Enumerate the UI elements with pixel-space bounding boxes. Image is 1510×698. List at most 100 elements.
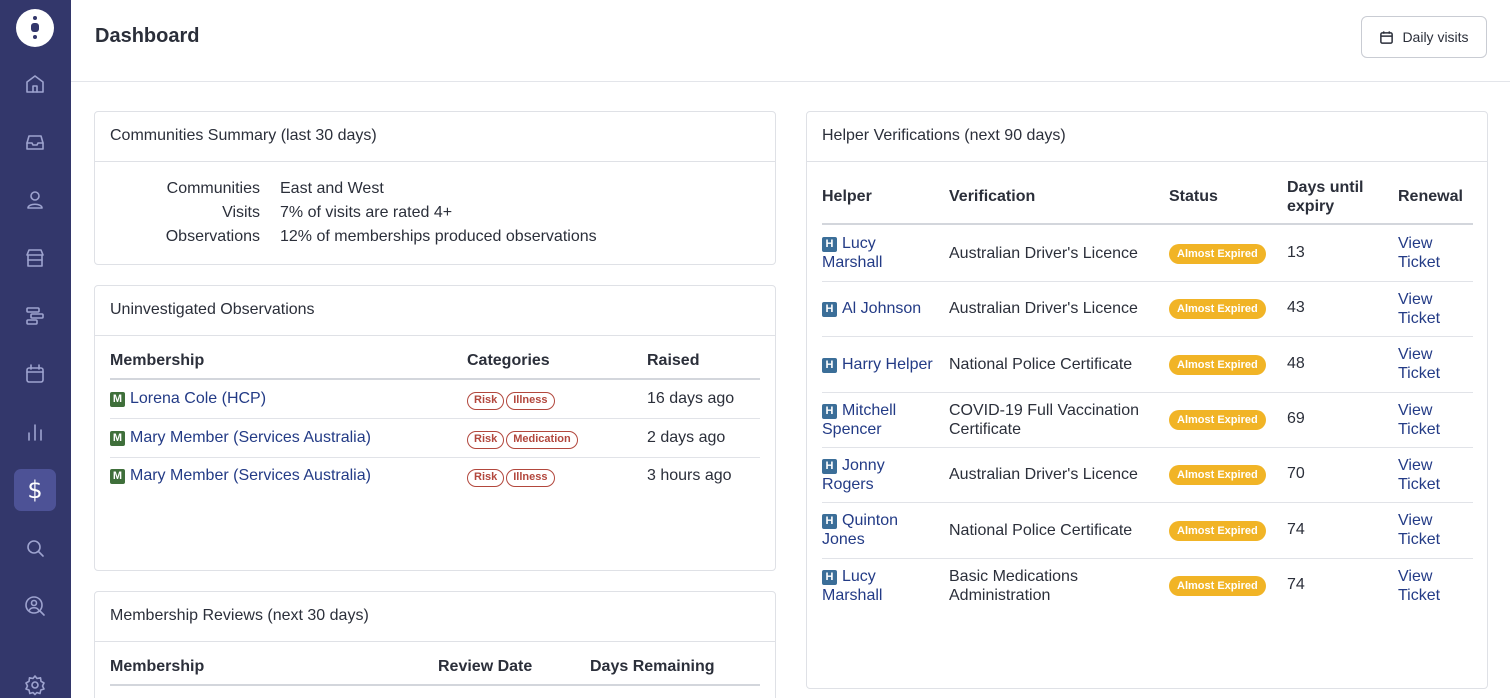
view-ticket-link[interactable]: View Ticket [1398, 290, 1448, 328]
app-logo[interactable] [16, 9, 54, 47]
inbox-icon[interactable] [14, 121, 56, 163]
helper-verifications-card: Helper Verifications (next 90 days) Help… [806, 111, 1488, 689]
verification-cell: COVID-19 Full Vaccination Certificate [949, 402, 1139, 438]
calendar-icon[interactable] [14, 353, 56, 395]
column-header-helper: Helper [822, 188, 872, 205]
column-header-review-date: Review Date [438, 658, 533, 675]
status-badge: Almost Expired [1169, 355, 1266, 375]
timeline-icon[interactable] [14, 295, 56, 337]
membership-reviews-card: Membership Reviews (next 30 days) Member… [94, 591, 776, 698]
bar-chart-icon[interactable] [14, 411, 56, 453]
days-cell: 43 [1287, 299, 1305, 316]
store-icon[interactable] [14, 237, 56, 279]
helper-badge: H [822, 570, 837, 585]
table-row: M Mary Member (Services Australia) [110, 467, 371, 485]
column-header-days-remaining: Days Remaining [590, 658, 715, 675]
table-row: M Lorena Cole (HCP) [110, 390, 266, 408]
summary-label: Communities [166, 180, 260, 197]
days-cell: 48 [1287, 355, 1305, 372]
categories-cell: Risk Illness [467, 390, 557, 410]
helper-badge: H [822, 404, 837, 419]
helper-cell: H Jonny Rogers [822, 456, 937, 494]
daily-visits-label: Daily visits [1402, 29, 1469, 45]
helper-cell: H Al Johnson [822, 299, 937, 318]
sidebar: $ [0, 0, 71, 698]
category-tag: Illness [506, 392, 555, 410]
column-header-membership: Membership [110, 352, 205, 369]
calendar-icon [1380, 30, 1394, 44]
categories-cell: Risk Illness [467, 467, 557, 487]
helper-cell: H Harry Helper [822, 355, 937, 374]
column-header-status: Status [1169, 188, 1218, 205]
dollar-glyph: $ [27, 476, 43, 504]
status-badge: Almost Expired [1169, 299, 1266, 319]
search-icon[interactable] [14, 527, 56, 569]
verification-cell: National Police Certificate [949, 356, 1133, 373]
settings-icon[interactable] [14, 664, 56, 698]
page-title: Dashboard [95, 25, 200, 47]
user-search-icon[interactable] [14, 585, 56, 627]
helper-cell: H Mitchell Spencer [822, 401, 937, 439]
raised-cell: 3 hours ago [647, 467, 732, 484]
membership-link[interactable]: Mary Member (Services Australia) [130, 429, 371, 446]
helper-badge: H [822, 514, 837, 529]
membership-link[interactable]: Mary Member (Services Australia) [130, 467, 371, 484]
membership-link[interactable]: Lorena Cole (HCP) [130, 390, 266, 407]
helper-link[interactable]: Al Johnson [842, 300, 921, 317]
column-header-verification: Verification [949, 188, 1036, 205]
table-row: M Mary Member (Services Australia) [110, 429, 371, 447]
days-cell: 74 [1287, 521, 1305, 538]
verification-cell: Australian Driver's Licence [949, 245, 1138, 262]
helper-cell: H Quinton Jones [822, 511, 937, 549]
helper-cell: H Lucy Marshall [822, 234, 937, 272]
view-ticket-link[interactable]: View Ticket [1398, 511, 1448, 549]
status-badge: Almost Expired [1169, 410, 1266, 430]
category-tag: Illness [506, 469, 555, 487]
membership-reviews-title: Membership Reviews (next 30 days) [95, 592, 775, 642]
helper-badge: H [822, 459, 837, 474]
column-header-membership: Membership [110, 658, 205, 675]
summary-value: 7% of visits are rated 4+ [280, 204, 453, 221]
uninvestigated-title: Uninvestigated Observations [95, 286, 775, 336]
membership-badge: M [110, 431, 125, 446]
membership-badge: M [110, 392, 125, 407]
category-tag: Medication [506, 431, 578, 449]
summary-label: Visits [222, 204, 260, 221]
categories-cell: Risk Medication [467, 429, 580, 449]
verification-cell: National Police Certificate [949, 522, 1133, 539]
view-ticket-link[interactable]: View Ticket [1398, 234, 1448, 272]
user-icon[interactable] [14, 179, 56, 221]
column-header-raised: Raised [647, 352, 700, 369]
status-badge: Almost Expired [1169, 465, 1266, 485]
page-header: Dashboard Daily visits [71, 0, 1510, 82]
verification-cell: Australian Driver's Licence [949, 466, 1138, 483]
status-badge: Almost Expired [1169, 244, 1266, 264]
category-tag: Risk [467, 469, 505, 487]
helper-link[interactable]: Harry Helper [842, 356, 933, 373]
raised-cell: 16 days ago [647, 390, 735, 407]
category-tag: Risk [467, 392, 505, 410]
membership-badge: M [110, 469, 125, 484]
communities-summary-title: Communities Summary (last 30 days) [95, 112, 775, 162]
view-ticket-link[interactable]: View Ticket [1398, 401, 1448, 439]
verification-cell: Basic Medications Administration [949, 568, 1078, 604]
view-ticket-link[interactable]: View Ticket [1398, 456, 1448, 494]
home-icon[interactable] [14, 63, 56, 105]
days-cell: 70 [1287, 465, 1305, 482]
uninvestigated-observations-card: Uninvestigated Observations Membership C… [94, 285, 776, 571]
days-cell: 13 [1287, 244, 1305, 261]
days-cell: 69 [1287, 410, 1305, 427]
column-header-categories: Categories [467, 352, 550, 369]
view-ticket-link[interactable]: View Ticket [1398, 345, 1448, 383]
communities-summary-card: Communities Summary (last 30 days) Commu… [94, 111, 776, 265]
dollar-icon[interactable]: $ [14, 469, 56, 511]
daily-visits-button[interactable]: Daily visits [1361, 16, 1487, 58]
verification-cell: Australian Driver's Licence [949, 300, 1138, 317]
status-badge: Almost Expired [1169, 576, 1266, 596]
column-header-renewal: Renewal [1398, 188, 1463, 205]
status-badge: Almost Expired [1169, 521, 1266, 541]
view-ticket-link[interactable]: View Ticket [1398, 567, 1448, 605]
column-header-days-until-expiry: Days until expiry [1287, 179, 1364, 215]
raised-cell: 2 days ago [647, 429, 726, 446]
category-tag: Risk [467, 431, 505, 449]
